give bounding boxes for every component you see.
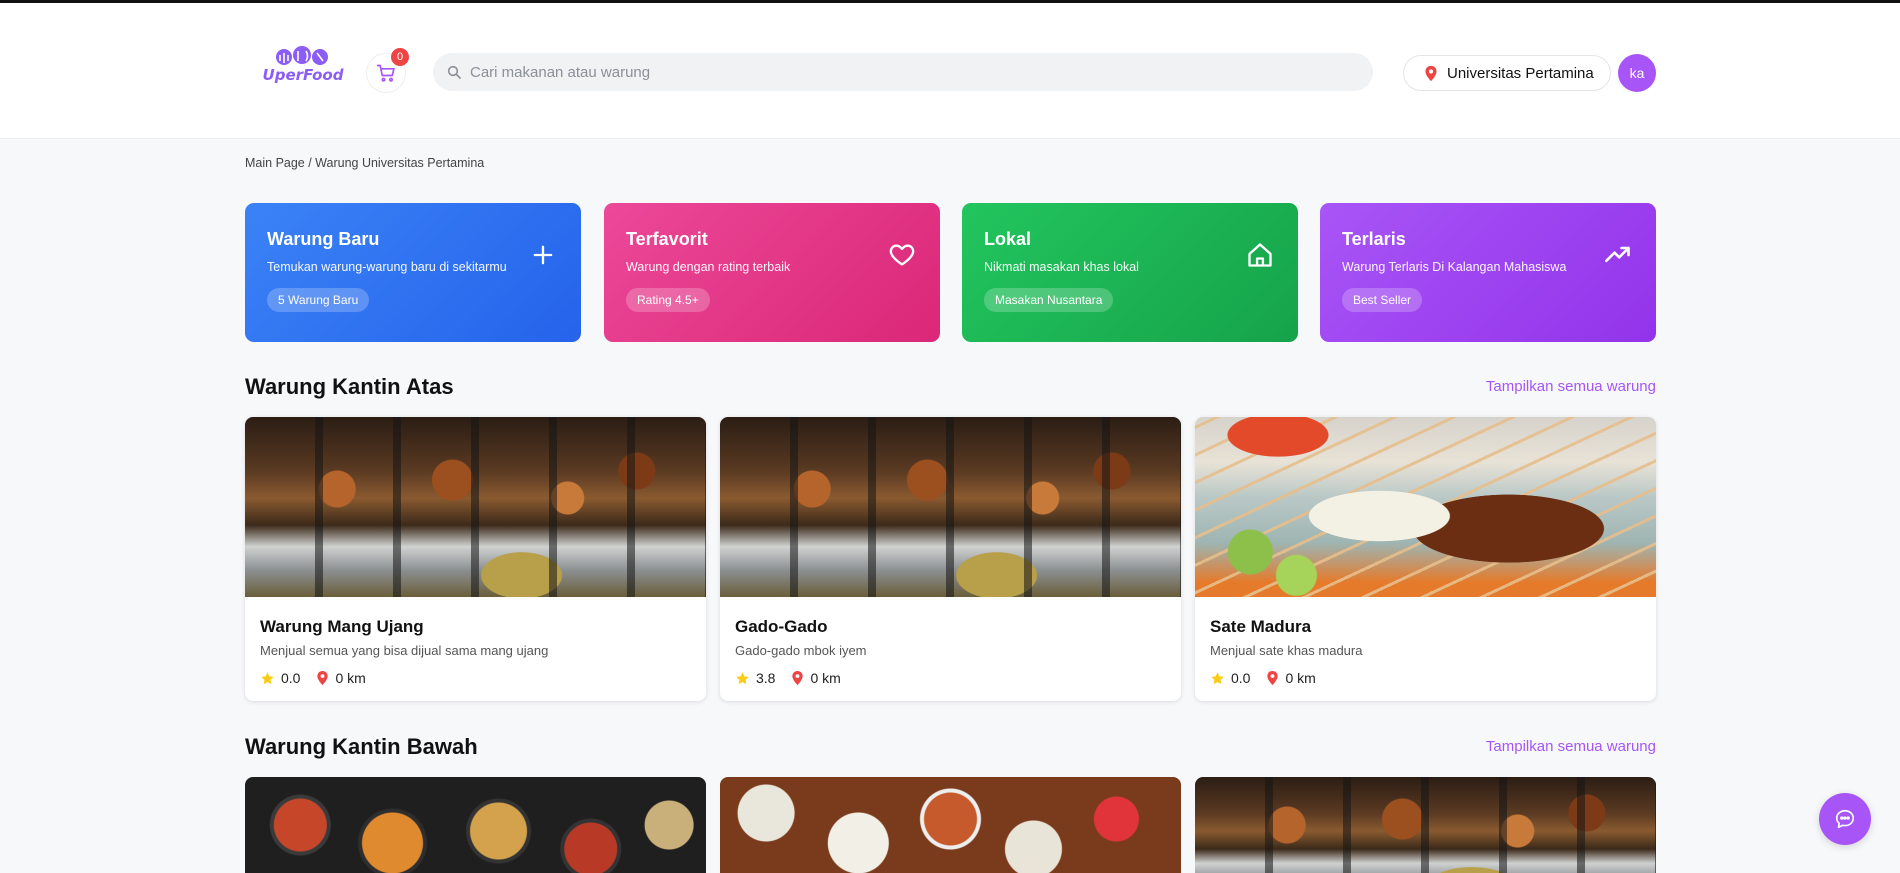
see-all-link[interactable]: Tampilkan semua warung bbox=[1486, 738, 1656, 755]
star-icon bbox=[1211, 671, 1224, 684]
trending-up-icon bbox=[1605, 246, 1630, 263]
warung-image bbox=[720, 417, 1181, 597]
warung-card[interactable] bbox=[245, 777, 706, 873]
cart-icon bbox=[376, 64, 395, 82]
rating-value: 0.0 bbox=[1231, 670, 1251, 686]
category-tag: Best Seller bbox=[1342, 288, 1423, 312]
user-avatar[interactable]: ka bbox=[1618, 54, 1656, 92]
warung-card[interactable] bbox=[1195, 777, 1656, 873]
heart-icon bbox=[889, 244, 915, 266]
warung-image bbox=[245, 417, 706, 597]
search-input[interactable] bbox=[470, 63, 1330, 81]
breadcrumb: Main Page / Warung Universitas Pertamina bbox=[245, 156, 485, 170]
search-bar[interactable] bbox=[433, 53, 1373, 91]
warung-name: Gado-Gado bbox=[735, 617, 828, 636]
warung-description: Gado-gado mbok iyem bbox=[735, 643, 867, 658]
map-pin-icon bbox=[792, 670, 804, 686]
rating-value: 0.0 bbox=[281, 670, 301, 686]
category-title: Lokal bbox=[984, 229, 1032, 249]
category-card-terfavorit[interactable]: Terfavorit Warung dengan rating terbaik … bbox=[604, 203, 940, 342]
category-card-warung-baru[interactable]: Warung Baru Temukan warung-warung baru d… bbox=[245, 203, 581, 342]
see-all-link[interactable]: Tampilkan semua warung bbox=[1486, 378, 1656, 395]
category-subtitle: Nikmati masakan khas lokal bbox=[984, 260, 1139, 274]
plus-icon bbox=[533, 245, 553, 265]
category-card-terlaris[interactable]: Terlaris Warung Terlaris Di Kalangan Mah… bbox=[1320, 203, 1656, 342]
rating-value: 3.8 bbox=[756, 670, 776, 686]
warung-card[interactable] bbox=[720, 777, 1181, 873]
category-title: Terfavorit bbox=[626, 229, 708, 249]
category-title: Terlaris bbox=[1342, 229, 1406, 249]
warung-name: Sate Madura bbox=[1210, 617, 1312, 636]
warung-card[interactable]: Gado-Gado Gado-gado mbok iyem 3.8 0 km bbox=[720, 417, 1181, 701]
map-pin-icon bbox=[1425, 65, 1437, 81]
uperfood-logo[interactable]: UperFood bbox=[262, 45, 344, 87]
warung-card[interactable]: Sate Madura Menjual sate khas madura 0.0… bbox=[1195, 417, 1656, 701]
warung-image bbox=[1195, 417, 1656, 597]
warung-card[interactable]: Warung Mang Ujang Menjual semua yang bis… bbox=[245, 417, 706, 701]
warung-description: Menjual sate khas madura bbox=[1210, 643, 1363, 658]
map-pin-icon bbox=[317, 670, 329, 686]
cart-count-badge: 0 bbox=[391, 48, 409, 66]
cart-button[interactable]: 0 bbox=[366, 48, 409, 93]
warung-name: Warung Mang Ujang bbox=[260, 617, 424, 636]
section-title: Warung Kantin Bawah bbox=[245, 734, 478, 759]
distance-value: 0 km bbox=[1285, 670, 1316, 686]
search-icon bbox=[447, 65, 461, 79]
location-label: Universitas Pertamina bbox=[1447, 64, 1594, 82]
category-subtitle: Warung Terlaris Di Kalangan Mahasiswa bbox=[1342, 260, 1567, 274]
distance-value: 0 km bbox=[335, 670, 366, 686]
map-pin-icon bbox=[1267, 670, 1279, 686]
star-icon bbox=[261, 671, 274, 684]
warung-description: Menjual semua yang bisa dijual sama mang… bbox=[260, 643, 549, 658]
category-subtitle: Temukan warung-warung baru di sekitarmu bbox=[267, 260, 507, 274]
chat-button[interactable] bbox=[1819, 793, 1871, 845]
top-header: UperFood 0 Universitas Pertamina ka bbox=[0, 3, 1900, 139]
section-title: Warung Kantin Atas bbox=[245, 374, 454, 399]
svg-text:UperFood: UperFood bbox=[263, 66, 344, 84]
category-title: Warung Baru bbox=[267, 229, 380, 249]
category-tag: Rating 4.5+ bbox=[626, 288, 710, 312]
category-subtitle: Warung dengan rating terbaik bbox=[626, 260, 791, 274]
category-tag: Masakan Nusantara bbox=[984, 288, 1114, 312]
star-icon bbox=[736, 671, 749, 684]
location-selector[interactable]: Universitas Pertamina bbox=[1403, 55, 1611, 91]
distance-value: 0 km bbox=[810, 670, 841, 686]
category-tag: 5 Warung Baru bbox=[267, 288, 370, 312]
category-card-lokal[interactable]: Lokal Nikmati masakan khas lokal Masakan… bbox=[962, 203, 1298, 342]
home-icon bbox=[1248, 243, 1272, 267]
chat-bubble-icon bbox=[1835, 809, 1855, 829]
